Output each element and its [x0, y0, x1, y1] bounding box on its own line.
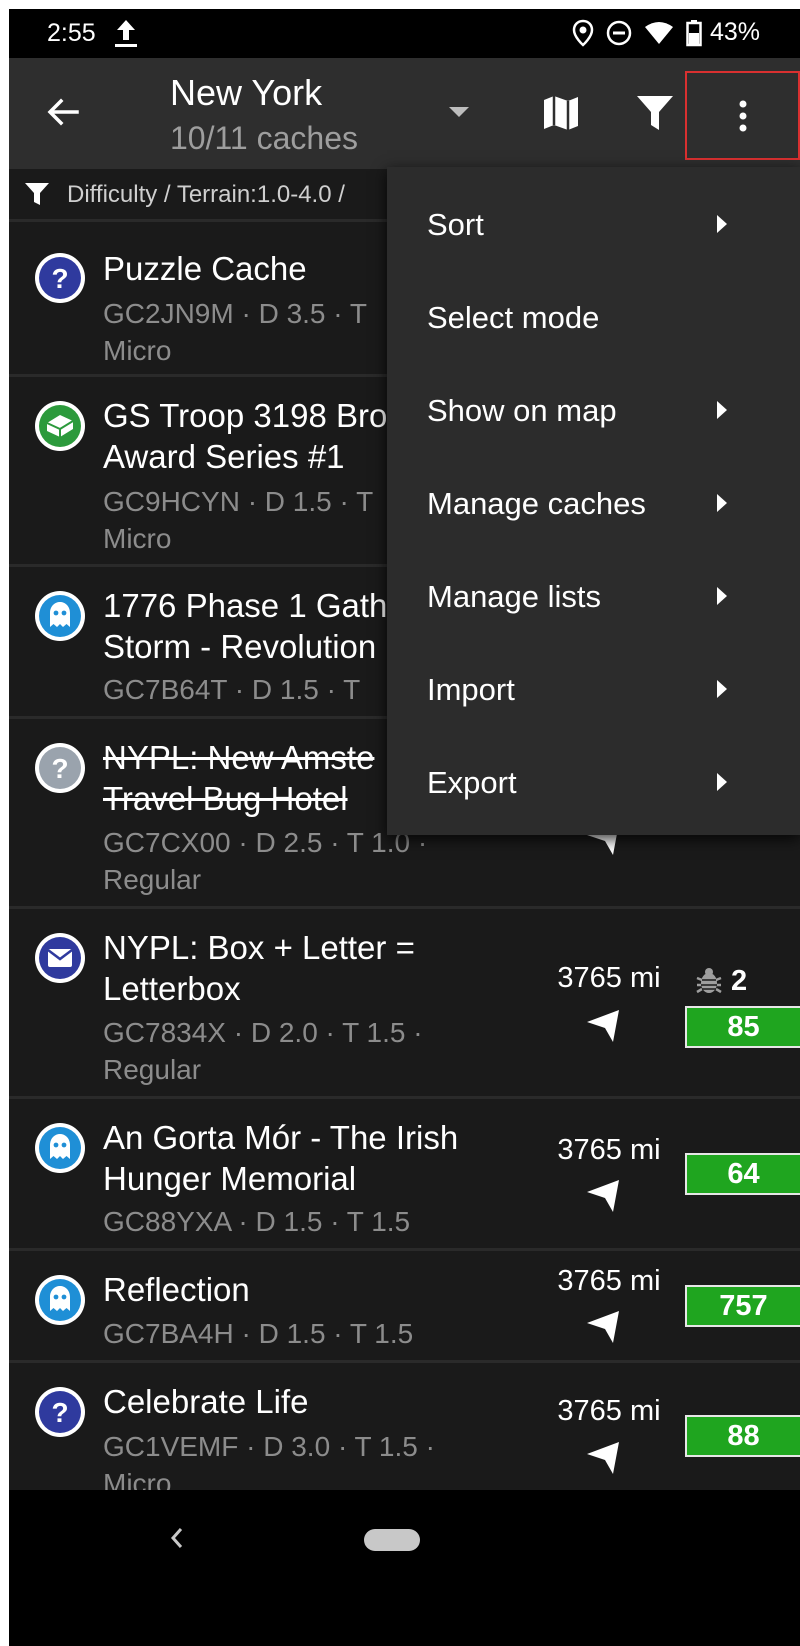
cache-name-line2: Letterbox: [103, 970, 241, 1007]
cache-distance: 3765 mi: [557, 1395, 661, 1427]
cache-distance: 3765 mi: [557, 1134, 661, 1166]
cache-name: NYPL: Box + Letter =: [103, 929, 415, 966]
more-vert-icon: [739, 100, 747, 132]
puzzle-cache-icon: ?: [35, 253, 85, 303]
cache-row[interactable]: NYPL: Box + Letter = Letterbox GC7834X ·…: [9, 906, 800, 1096]
do-not-disturb-icon: [606, 20, 632, 45]
cache-name-line2: Hunger Memorial: [103, 1160, 357, 1197]
bug-icon: [696, 968, 722, 994]
menu-item-manage-lists[interactable]: Manage lists: [387, 549, 800, 642]
cache-meta: GC7BA4H · D 1.5 · T 1.5: [103, 1318, 414, 1349]
map-icon[interactable]: [541, 92, 581, 134]
submenu-arrow-icon: [717, 680, 727, 698]
menu-item-label: Export: [427, 765, 517, 800]
submenu-arrow-icon: [717, 401, 727, 419]
menu-item-import[interactable]: Import: [387, 642, 800, 735]
menu-item-export[interactable]: Export: [387, 735, 800, 828]
page-title[interactable]: New York: [170, 72, 322, 114]
filter-small-icon: [25, 183, 49, 205]
menu-item-show-on-map[interactable]: Show on map: [387, 363, 800, 456]
favorites-badge: 64: [685, 1153, 800, 1195]
cache-row[interactable]: An Gorta Mór - The Irish Hunger Memorial…: [9, 1096, 800, 1248]
status-time: 2:55: [47, 19, 96, 47]
menu-item-label: Manage caches: [427, 486, 646, 521]
submenu-arrow-icon: [717, 215, 727, 233]
upload-icon: [115, 20, 137, 47]
overflow-menu: Sort Select mode Show on map Manage cach…: [387, 167, 800, 835]
menu-item-label: Manage lists: [427, 579, 602, 614]
cache-row[interactable]: Reflection GC7BA4H · D 1.5 · T 1.5 3765 …: [9, 1248, 800, 1360]
overflow-menu-button[interactable]: [685, 71, 800, 160]
menu-item-sort[interactable]: Sort: [387, 177, 800, 270]
direction-arrow-icon: [587, 1180, 619, 1212]
status-bar: 2:55 43%: [9, 9, 800, 58]
trackable-indicator: 2: [695, 964, 775, 997]
ghost-cache-icon: [35, 1123, 85, 1173]
cache-name: Celebrate Life: [103, 1383, 309, 1420]
favorites-badge: 88: [685, 1415, 800, 1457]
cache-distance: 3765 mi: [557, 1265, 661, 1297]
favorites-badge: 85: [685, 1006, 800, 1048]
traditional-cache-icon: [35, 401, 85, 451]
ghost-cache-icon: [35, 591, 85, 641]
filter-text: Difficulty / Terrain:1.0-4.0 /: [67, 181, 345, 208]
system-nav-bar: [9, 1490, 800, 1646]
cache-distance: 3765 mi: [557, 962, 661, 994]
puzzle-cache-disabled-icon: ?: [35, 743, 85, 793]
puzzle-cache-icon: ?: [35, 1387, 85, 1437]
trackable-count: 2: [731, 964, 748, 997]
menu-item-label: Sort: [427, 207, 484, 242]
cache-size: Regular: [103, 1054, 202, 1085]
location-icon: [572, 19, 594, 47]
menu-item-label: Import: [427, 672, 515, 707]
svg-text:?: ?: [51, 263, 68, 294]
cache-meta: GC7834X · D 2.0 · T 1.5 ·: [103, 1017, 423, 1048]
dropdown-arrow-icon[interactable]: [447, 105, 471, 119]
direction-arrow-icon: [587, 1010, 619, 1042]
favorites-badge: 757: [685, 1285, 800, 1327]
menu-item-label: Show on map: [427, 393, 617, 428]
submenu-arrow-icon: [717, 773, 727, 791]
back-arrow-icon[interactable]: [41, 90, 85, 134]
svg-text:?: ?: [51, 753, 68, 784]
cache-row[interactable]: ? Celebrate Life GC1VEMF · D 3.0 · T 1.5…: [9, 1360, 800, 1499]
ghost-cache-icon: [35, 1275, 85, 1325]
svg-text:?: ?: [51, 1397, 68, 1428]
nav-back-icon[interactable]: [169, 1526, 185, 1550]
direction-arrow-icon: [587, 1311, 619, 1343]
menu-item-label: Select mode: [427, 300, 600, 335]
letterbox-cache-icon: [35, 933, 85, 983]
battery-icon: [686, 19, 702, 46]
cache-name: Reflection: [103, 1271, 250, 1308]
menu-item-select-mode[interactable]: Select mode: [387, 270, 800, 363]
submenu-arrow-icon: [717, 587, 727, 605]
cache-name: An Gorta Mór - The Irish: [103, 1119, 459, 1156]
cache-count: 10/11 caches: [170, 120, 358, 156]
wifi-icon: [644, 21, 673, 44]
app-screen: 2:55 43% New York 10/11 caches Difficult…: [9, 9, 800, 1646]
filter-icon[interactable]: [635, 92, 675, 134]
cache-meta: GC1VEMF · D 3.0 · T 1.5 ·: [103, 1431, 435, 1462]
cache-size: Regular: [103, 864, 202, 895]
cache-meta: GC88YXA · D 1.5 · T 1.5: [103, 1206, 411, 1237]
submenu-arrow-icon: [717, 494, 727, 512]
toolbar: New York 10/11 caches: [9, 58, 800, 169]
direction-arrow-icon: [587, 1442, 619, 1474]
nav-home-pill[interactable]: [364, 1529, 420, 1551]
battery-percent: 43%: [709, 18, 760, 46]
menu-item-manage-caches[interactable]: Manage caches: [387, 456, 800, 549]
